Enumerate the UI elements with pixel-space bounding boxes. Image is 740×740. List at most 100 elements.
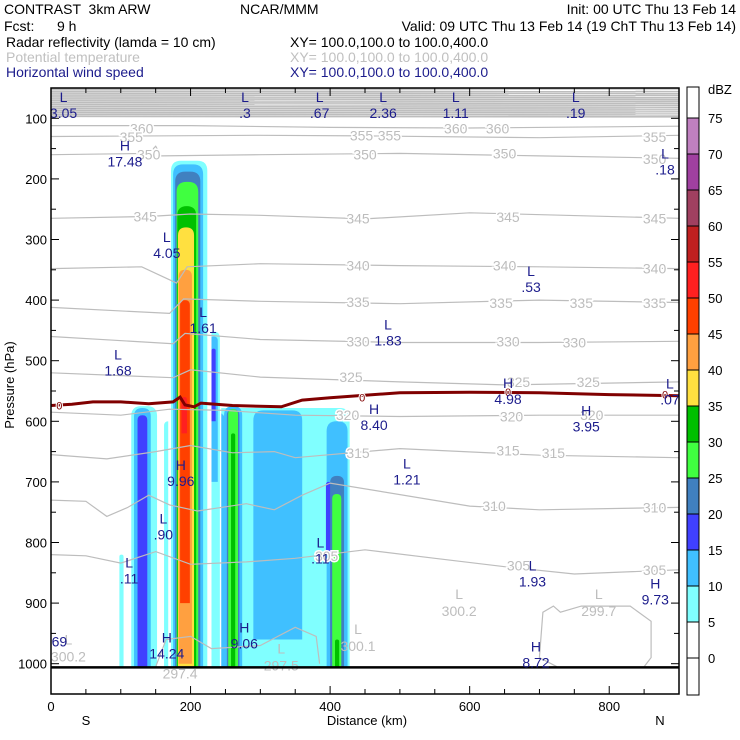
wind-extremum-type: H bbox=[650, 576, 660, 592]
wind-extremum-value: 69 bbox=[52, 633, 68, 649]
wind-extremum-type: L bbox=[241, 89, 249, 105]
colorbar-swatch bbox=[686, 549, 700, 587]
wind-extremum-type: H bbox=[239, 619, 249, 635]
y-tick-label: 100 bbox=[25, 111, 47, 126]
x-tick-label: 200 bbox=[180, 699, 202, 714]
colorbar-swatch bbox=[686, 117, 700, 155]
reflectivity-cell bbox=[180, 300, 190, 604]
wind-extremum-value: .07 bbox=[660, 392, 680, 408]
theta-contour-label: 355 bbox=[378, 127, 402, 143]
wind-extremum-type: L bbox=[163, 229, 171, 245]
x-tick-label: 600 bbox=[459, 699, 481, 714]
y-tick-label: 200 bbox=[25, 172, 47, 187]
theta-extremum-value: 300.1 bbox=[340, 638, 375, 654]
colorbar-label: 70 bbox=[708, 147, 722, 162]
colorbar-swatch bbox=[686, 369, 700, 407]
colorbar-unit: dBZ bbox=[708, 82, 732, 97]
theta-contour-label: 310 bbox=[643, 499, 667, 515]
wind-extremum-value: 8.40 bbox=[360, 417, 387, 433]
theta-extremum-type: L bbox=[595, 586, 603, 602]
wind-extremum-type: L bbox=[114, 347, 122, 363]
wind-extremum-type: H bbox=[162, 630, 172, 646]
x-tick-label: 800 bbox=[598, 699, 620, 714]
theta-contour-label: 355 bbox=[350, 127, 374, 143]
theta-contour-label: 345 bbox=[643, 210, 667, 226]
wind-extremum-type: L bbox=[199, 304, 207, 320]
wind-extremum-value: 17.48 bbox=[107, 154, 142, 170]
colorbar-swatch bbox=[686, 153, 700, 191]
theta-contour-label: 325 bbox=[339, 369, 363, 385]
y-tick-label: 600 bbox=[25, 414, 47, 429]
theta-contour-label: 335 bbox=[346, 294, 370, 310]
theta-contour-label: 350 bbox=[493, 145, 517, 161]
theta-extremum-type: L bbox=[455, 586, 463, 602]
y-tick-label: 800 bbox=[25, 536, 47, 551]
colorbar-swatch bbox=[686, 477, 700, 515]
wind-extremum-type: L bbox=[384, 316, 392, 332]
wind-extremum-value: 1.83 bbox=[374, 332, 401, 348]
wind-extremum-value: 1.11 bbox=[443, 105, 469, 121]
cross-section-chart: 360355 355 355 360 360355350 350 350 350345 345 3… bbox=[2, 82, 732, 728]
wind-extremum-type: H bbox=[369, 401, 379, 417]
theta-contour-label: 320 bbox=[336, 407, 360, 423]
theta-contour-label: 340 bbox=[346, 258, 370, 274]
colorbar-swatch bbox=[686, 513, 700, 551]
colorbar-label: 50 bbox=[708, 291, 722, 306]
wind-extremum-value: .67 bbox=[310, 105, 330, 121]
wind-extremum-type: L bbox=[60, 89, 68, 105]
colorbar-label: 15 bbox=[708, 543, 722, 558]
theta-extremum-type: L bbox=[277, 641, 285, 657]
theta-extremum-value: 300.2 bbox=[442, 603, 477, 619]
north-label: N bbox=[655, 713, 664, 728]
theta-extremum-value: 297.5 bbox=[264, 658, 299, 674]
wind-extremum-type: L bbox=[661, 145, 669, 161]
theta-contour-label: 310 bbox=[482, 498, 506, 514]
wind-extremum-value: .11 bbox=[311, 551, 330, 567]
x-tick-label: 400 bbox=[319, 699, 341, 714]
colorbar-label: 60 bbox=[708, 219, 722, 234]
wind-extremum-value: 1.68 bbox=[104, 363, 131, 379]
wind-extremum-value: 1.61 bbox=[189, 320, 216, 336]
reflectivity-cell bbox=[253, 410, 303, 640]
wind-extremum-type: L bbox=[452, 89, 460, 105]
wind-extremum-type: L bbox=[403, 456, 411, 472]
theta-contour-label: 335 bbox=[489, 295, 513, 311]
colorbar-label: 20 bbox=[708, 507, 722, 522]
wind-extremum-type: L bbox=[316, 535, 324, 551]
south-label: S bbox=[82, 713, 91, 728]
x-axis-label: Distance (km) bbox=[327, 713, 407, 728]
colorbar-label: 10 bbox=[708, 579, 722, 594]
reflectivity-cell bbox=[231, 433, 236, 667]
wind-extremum-type: H bbox=[176, 457, 186, 473]
wind-extremum-type: L bbox=[125, 554, 133, 570]
theta-contour-label: 335 bbox=[570, 295, 594, 311]
theta-contour-label: 330 bbox=[563, 335, 587, 351]
y-tick-label: 500 bbox=[25, 354, 47, 369]
reflectivity-layer bbox=[117, 157, 353, 667]
colorbar-swatch bbox=[686, 585, 700, 623]
wind-extremum-type: L bbox=[572, 89, 580, 105]
wind-extremum-value: 9.06 bbox=[231, 635, 258, 651]
theta-contour-label: 335 bbox=[643, 295, 667, 311]
wind-extremum-type: L bbox=[379, 89, 387, 105]
y-tick-label: 900 bbox=[25, 596, 47, 611]
colorbar-label: 30 bbox=[708, 435, 722, 450]
wind-extremum-value: 9.73 bbox=[642, 592, 669, 608]
colorbar-label: 35 bbox=[708, 399, 722, 414]
wind-extremum-value: 3.95 bbox=[573, 418, 600, 434]
colorbar-label: 65 bbox=[708, 183, 722, 198]
colorbar-label: 45 bbox=[708, 327, 722, 342]
colorbar-swatch bbox=[686, 657, 700, 696]
colorbar-swatch bbox=[686, 405, 700, 443]
colorbar-swatch bbox=[686, 261, 700, 299]
wind-extremum-value: 1.21 bbox=[393, 472, 420, 488]
theta-contour-label: 350 bbox=[353, 147, 377, 163]
wind-extremum-type: L bbox=[529, 558, 537, 574]
theta-contour-label: 330 bbox=[346, 333, 370, 349]
colorbar-swatch bbox=[686, 297, 700, 335]
wind-extremum-value: .11 bbox=[120, 570, 139, 586]
colorbar-swatch bbox=[686, 441, 700, 479]
theta-contour-label: 355 bbox=[643, 129, 667, 145]
theta-contour-label: 320 bbox=[500, 408, 524, 424]
theta-contour-label: 315 bbox=[346, 445, 370, 461]
